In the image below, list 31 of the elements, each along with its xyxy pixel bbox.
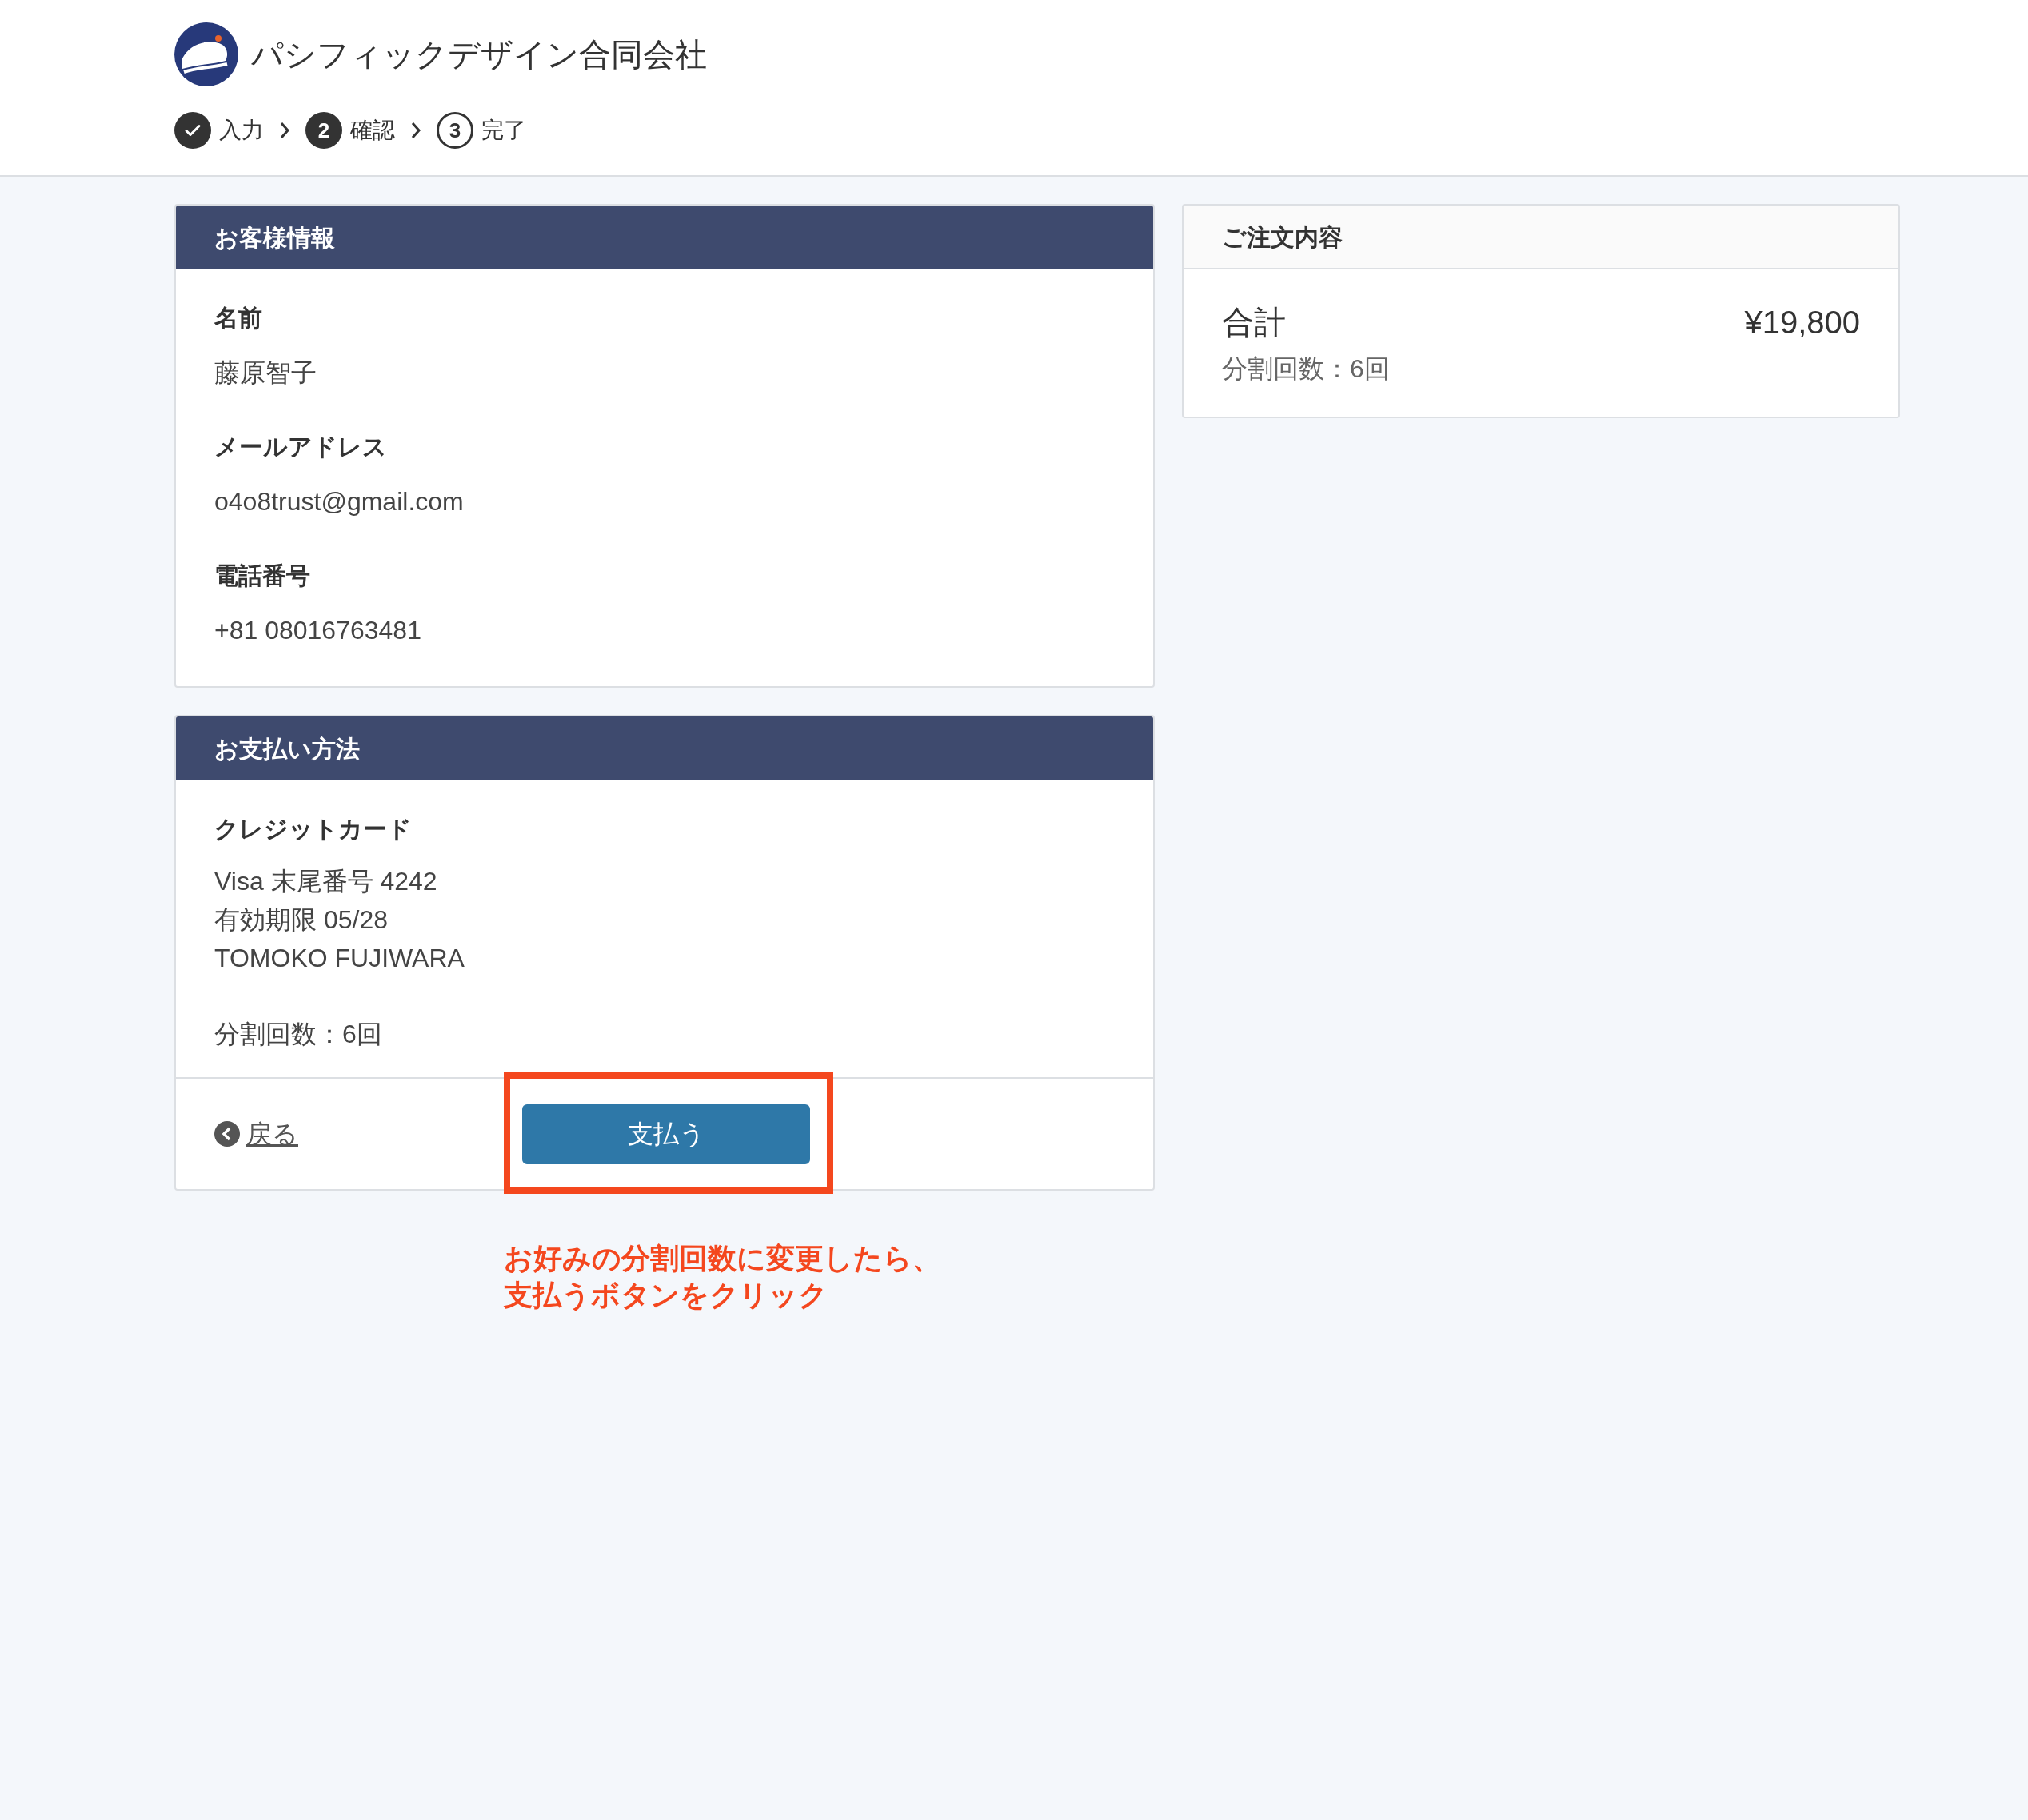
field-label: 電話番号 — [214, 561, 311, 590]
annotation-text: お好みの分割回数に変更したら、 — [504, 1241, 942, 1276]
card-title: お客様情報 — [176, 206, 1153, 269]
card-title: ご注文内容 — [1184, 206, 1898, 269]
field-label: クレジットカード — [214, 815, 413, 844]
card-detail: 有効期限 05/28 — [214, 904, 389, 936]
company-name: パシフィックデザイン合同会社 — [251, 36, 707, 74]
field-value: o4o8trust@gmail.com — [214, 486, 465, 517]
step-label: 完了 — [481, 117, 526, 144]
field-value: +81 08016763481 — [214, 615, 422, 646]
total-label: 合計 — [1222, 304, 1286, 341]
installments-text: 分割回数：6回 — [214, 1019, 383, 1050]
field-label: メールアドレス — [214, 433, 388, 461]
back-icon — [214, 1121, 240, 1147]
step-number: 3 — [437, 112, 473, 149]
pay-button[interactable]: 支払う — [522, 1104, 810, 1164]
card-detail: TOMOKO FUJIWARA — [214, 943, 465, 974]
chevron-icon — [278, 121, 291, 140]
bird-logo-icon — [174, 22, 238, 86]
field-value: 藤原智子 — [214, 357, 317, 389]
step-label: 入力 — [219, 117, 264, 144]
installments-text: 分割回数：6回 — [1222, 353, 1391, 385]
step-label: 確認 — [350, 117, 395, 144]
total-price: ¥19,800 — [1744, 304, 1860, 341]
field-label: 名前 — [214, 304, 263, 333]
card-detail: Visa 末尾番号 4242 — [214, 866, 438, 897]
card-title: お支払い方法 — [176, 716, 1153, 780]
chevron-icon — [409, 121, 422, 140]
back-link[interactable]: 戻る — [246, 1115, 298, 1153]
annotation-text: 支払うボタンをクリック — [504, 1278, 828, 1313]
step-number: 2 — [305, 112, 342, 149]
